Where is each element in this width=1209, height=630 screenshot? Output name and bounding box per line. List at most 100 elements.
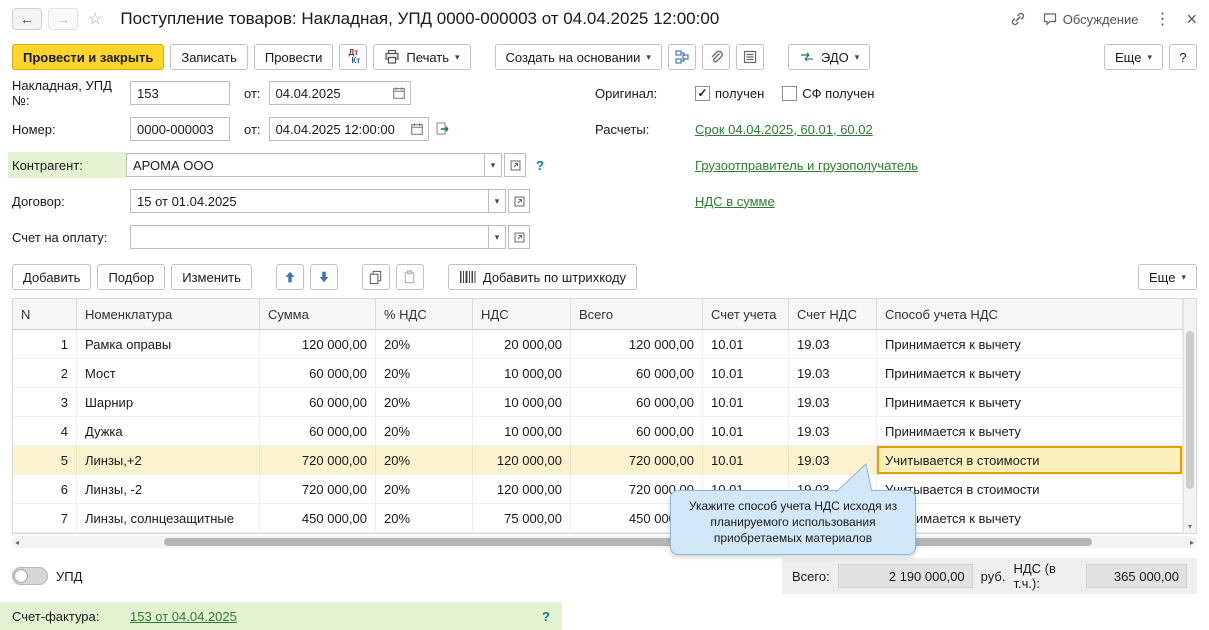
cell-item[interactable]: Линзы, -2 bbox=[77, 475, 260, 503]
cell-vat[interactable]: 20 000,00 bbox=[473, 330, 571, 358]
column-header-account[interactable]: Счет учета bbox=[703, 299, 789, 329]
vertical-scrollbar-thumb[interactable] bbox=[1186, 331, 1194, 489]
cell-n[interactable]: 4 bbox=[13, 417, 77, 445]
cell-vat_account[interactable]: 19.03 bbox=[789, 330, 877, 358]
cell-vat[interactable]: 10 000,00 bbox=[473, 417, 571, 445]
sf-received-checkbox[interactable] bbox=[782, 85, 798, 101]
move-up-button[interactable] bbox=[275, 264, 304, 290]
cell-sum[interactable]: 60 000,00 bbox=[260, 388, 376, 416]
contract-open-button[interactable] bbox=[508, 189, 530, 213]
cell-total[interactable]: 60 000,00 bbox=[571, 388, 703, 416]
cell-item[interactable]: Дужка bbox=[77, 417, 260, 445]
cell-vat_method[interactable]: Принимается к вычету bbox=[877, 330, 1183, 358]
cell-account[interactable]: 10.01 bbox=[703, 417, 789, 445]
post-button[interactable]: Провести bbox=[253, 44, 334, 70]
counterparty-input[interactable] bbox=[126, 153, 484, 177]
attachments-button[interactable] bbox=[701, 44, 730, 70]
received-checkbox[interactable]: ✓ bbox=[695, 85, 710, 101]
cell-total[interactable]: 60 000,00 bbox=[571, 417, 703, 445]
cell-vat_method[interactable]: Учитывается в стоимости bbox=[877, 475, 1183, 503]
waybill-date-input[interactable] bbox=[268, 81, 389, 105]
cell-total[interactable]: 120 000,00 bbox=[571, 330, 703, 358]
cell-vat_pct[interactable]: 20% bbox=[376, 359, 473, 387]
column-header-total[interactable]: Всего bbox=[571, 299, 703, 329]
cell-vat[interactable]: 75 000,00 bbox=[473, 504, 571, 532]
cell-account[interactable]: 10.01 bbox=[703, 330, 789, 358]
cell-vat_pct[interactable]: 20% bbox=[376, 475, 473, 503]
back-button[interactable]: ← bbox=[12, 8, 42, 30]
cell-vat_method[interactable]: Принимается к вычету bbox=[877, 388, 1183, 416]
cell-vat[interactable]: 10 000,00 bbox=[473, 359, 571, 387]
counterparty-open-button[interactable] bbox=[504, 153, 526, 177]
table-row[interactable]: 5 Линзы,+2 720 000,00 20% 120 000,00 720 000,… bbox=[13, 446, 1183, 475]
cell-sum[interactable]: 450 000,00 bbox=[260, 504, 376, 532]
doc-date-calendar-button[interactable] bbox=[406, 117, 429, 141]
save-button[interactable]: Записать bbox=[170, 44, 248, 70]
items-more-button[interactable]: Еще ▾ bbox=[1138, 264, 1197, 290]
contract-input[interactable] bbox=[130, 189, 488, 213]
register-records-button[interactable] bbox=[735, 44, 764, 70]
cell-total[interactable]: 720 000,00 bbox=[571, 446, 703, 474]
upd-toggle[interactable] bbox=[12, 567, 48, 585]
payment-invoice-input[interactable] bbox=[130, 225, 488, 249]
scroll-left-icon[interactable]: ◂ bbox=[15, 536, 19, 548]
cell-vat[interactable]: 120 000,00 bbox=[473, 475, 571, 503]
table-row[interactable]: 7 Линзы, солнцезащитные 450 000,00 20% 75 00… bbox=[13, 504, 1183, 533]
cell-account[interactable]: 10.01 bbox=[703, 388, 789, 416]
cell-vat_pct[interactable]: 20% bbox=[376, 388, 473, 416]
column-header-item[interactable]: Номенклатура bbox=[77, 299, 260, 329]
settlements-link[interactable]: Срок 04.04.2025, 60.01, 60.02 bbox=[695, 122, 873, 137]
table-row[interactable]: 1 Рамка оправы 120 000,00 20% 20 000,00 120 0… bbox=[13, 330, 1183, 359]
help-button[interactable]: ? bbox=[1169, 44, 1197, 70]
horizontal-scrollbar[interactable]: ◂ ▸ bbox=[12, 536, 1197, 548]
column-header-vat_account[interactable]: Счет НДС bbox=[789, 299, 877, 329]
cell-vat[interactable]: 120 000,00 bbox=[473, 446, 571, 474]
sf-received-checkbox-group[interactable]: СФ получен bbox=[782, 85, 874, 101]
cell-sum[interactable]: 60 000,00 bbox=[260, 359, 376, 387]
cell-vat_pct[interactable]: 20% bbox=[376, 330, 473, 358]
cell-vat_account[interactable]: 19.03 bbox=[789, 388, 877, 416]
table-row[interactable]: 4 Дужка 60 000,00 20% 10 000,00 60 000,00 10.0… bbox=[13, 417, 1183, 446]
cell-sum[interactable]: 720 000,00 bbox=[260, 475, 376, 503]
horizontal-scrollbar-thumb[interactable] bbox=[164, 538, 1092, 546]
cell-n[interactable]: 1 bbox=[13, 330, 77, 358]
menu-dots-icon[interactable]: ⋮ bbox=[1154, 9, 1170, 29]
change-button[interactable]: Изменить bbox=[171, 264, 252, 290]
favorite-star-icon[interactable]: ☆ bbox=[88, 9, 102, 29]
cell-vat_pct[interactable]: 20% bbox=[376, 417, 473, 445]
table-row[interactable]: 2 Мост 60 000,00 20% 10 000,00 60 000,00 10.01… bbox=[13, 359, 1183, 388]
cell-item[interactable]: Рамка оправы bbox=[77, 330, 260, 358]
cell-vat_pct[interactable]: 20% bbox=[376, 504, 473, 532]
copy-row-button[interactable] bbox=[361, 264, 390, 290]
vat-in-sum-link[interactable]: НДС в сумме bbox=[695, 194, 775, 209]
column-header-vat[interactable]: НДС bbox=[473, 299, 571, 329]
discussion-button[interactable]: Обсуждение bbox=[1042, 11, 1138, 27]
dt-kt-button[interactable]: Дт Кт bbox=[339, 44, 368, 70]
waybill-number-input[interactable] bbox=[130, 81, 230, 105]
scroll-down-icon[interactable]: ▾ bbox=[1184, 522, 1196, 531]
column-header-sum[interactable]: Сумма bbox=[260, 299, 376, 329]
forward-button[interactable]: → bbox=[48, 8, 78, 30]
column-header-n[interactable]: N bbox=[13, 299, 77, 329]
scroll-right-icon[interactable]: ▸ bbox=[1190, 536, 1194, 548]
related-documents-button[interactable] bbox=[667, 44, 696, 70]
close-icon[interactable]: × bbox=[1186, 10, 1197, 28]
payment-invoice-dropdown-button[interactable]: ▾ bbox=[488, 225, 506, 249]
table-row[interactable]: 6 Линзы, -2 720 000,00 20% 120 000,00 720 000… bbox=[13, 475, 1183, 504]
cell-vat_account[interactable]: 19.03 bbox=[789, 417, 877, 445]
cell-vat_method[interactable]: Принимается к вычету bbox=[877, 417, 1183, 445]
cell-item[interactable]: Линзы,+2 bbox=[77, 446, 260, 474]
cell-item[interactable]: Линзы, солнцезащитные bbox=[77, 504, 260, 532]
cell-sum[interactable]: 120 000,00 bbox=[260, 330, 376, 358]
more-button[interactable]: Еще ▾ bbox=[1104, 44, 1163, 70]
cell-n[interactable]: 2 bbox=[13, 359, 77, 387]
invoice-help[interactable]: ? bbox=[542, 609, 550, 624]
doc-datetime-input[interactable] bbox=[268, 117, 407, 141]
cell-item[interactable]: Шарнир bbox=[77, 388, 260, 416]
cell-n[interactable]: 7 bbox=[13, 504, 77, 532]
create-based-on-button[interactable]: Создать на основании ▾ bbox=[494, 44, 662, 70]
post-and-close-button[interactable]: Провести и закрыть bbox=[12, 44, 165, 70]
cell-account[interactable]: 10.01 bbox=[703, 446, 789, 474]
counterparty-dropdown-button[interactable]: ▾ bbox=[484, 153, 502, 177]
cell-n[interactable]: 3 bbox=[13, 388, 77, 416]
